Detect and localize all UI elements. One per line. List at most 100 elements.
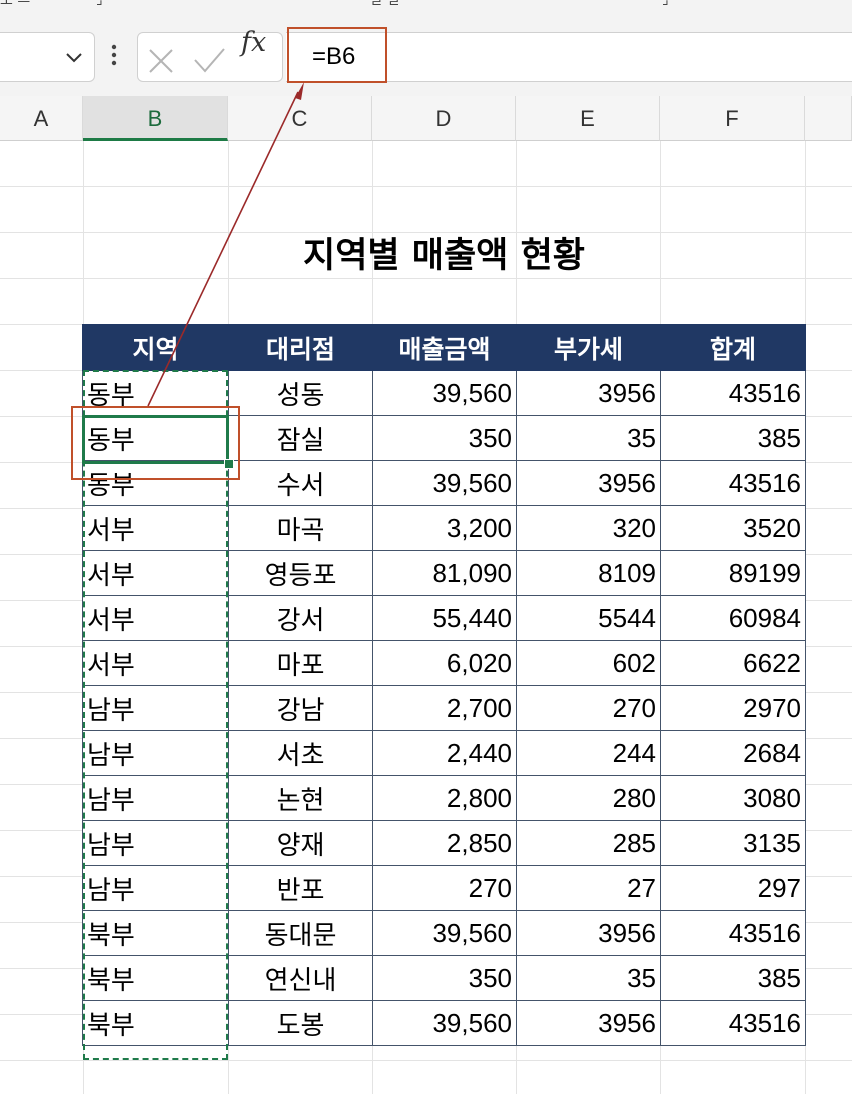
- branch-cell[interactable]: 동대문: [228, 910, 373, 956]
- sales-cell[interactable]: 39,560: [372, 910, 517, 956]
- vat-cell[interactable]: 602: [516, 640, 661, 686]
- column-header-e[interactable]: E: [516, 96, 660, 141]
- header-cell[interactable]: 합계: [660, 324, 806, 371]
- vat-cell[interactable]: 320: [516, 505, 661, 551]
- sales-cell[interactable]: 39,560: [372, 370, 517, 416]
- cancel-icon[interactable]: [146, 46, 176, 76]
- ribbon-group-launcher-icon[interactable]: ⌟: [662, 0, 669, 8]
- total-cell[interactable]: 2970: [660, 685, 806, 731]
- total-cell[interactable]: 2684: [660, 730, 806, 776]
- sales-cell[interactable]: 2,440: [372, 730, 517, 776]
- chevron-down-icon[interactable]: [64, 47, 84, 67]
- header-cell[interactable]: 대리점: [228, 324, 373, 371]
- table-row: 서부 강서 55,440 5544 60984: [82, 595, 806, 641]
- sales-cell[interactable]: 2,800: [372, 775, 517, 821]
- branch-cell[interactable]: 잠실: [228, 415, 373, 461]
- branch-cell[interactable]: 연신내: [228, 955, 373, 1001]
- column-header-a[interactable]: A: [0, 96, 83, 141]
- region-cell[interactable]: 서부: [82, 550, 229, 596]
- sales-cell[interactable]: 350: [372, 415, 517, 461]
- branch-cell[interactable]: 마곡: [228, 505, 373, 551]
- sales-cell[interactable]: 3,200: [372, 505, 517, 551]
- total-cell[interactable]: 385: [660, 415, 806, 461]
- sales-cell[interactable]: 55,440: [372, 595, 517, 641]
- total-cell[interactable]: 385: [660, 955, 806, 1001]
- total-cell[interactable]: 297: [660, 865, 806, 911]
- sales-cell[interactable]: 39,560: [372, 460, 517, 506]
- sales-cell[interactable]: 270: [372, 865, 517, 911]
- total-cell[interactable]: 43516: [660, 370, 806, 416]
- region-cell[interactable]: 서부: [82, 640, 229, 686]
- sales-cell[interactable]: 6,020: [372, 640, 517, 686]
- sales-cell[interactable]: 81,090: [372, 550, 517, 596]
- region-cell[interactable]: 남부: [82, 685, 229, 731]
- total-cell[interactable]: 3520: [660, 505, 806, 551]
- formula-bar: fx =B6: [0, 20, 852, 96]
- region-cell[interactable]: 남부: [82, 730, 229, 776]
- branch-cell[interactable]: 반포: [228, 865, 373, 911]
- vat-cell[interactable]: 3956: [516, 910, 661, 956]
- vat-cell[interactable]: 244: [516, 730, 661, 776]
- region-cell[interactable]: 동부: [82, 370, 229, 416]
- sheet-title[interactable]: 지역별 매출액 현황: [228, 232, 660, 280]
- total-cell[interactable]: 3135: [660, 820, 806, 866]
- branch-cell[interactable]: 성동: [228, 370, 373, 416]
- total-cell[interactable]: 89199: [660, 550, 806, 596]
- enter-check-icon[interactable]: [192, 46, 226, 76]
- region-cell[interactable]: 남부: [82, 865, 229, 911]
- total-cell[interactable]: 43516: [660, 1000, 806, 1046]
- sales-cell[interactable]: 39,560: [372, 1000, 517, 1046]
- region-cell[interactable]: 남부: [82, 820, 229, 866]
- ribbon-fragment: ㅗ ㅡ: [0, 0, 31, 11]
- branch-cell[interactable]: 강남: [228, 685, 373, 731]
- vat-cell[interactable]: 3956: [516, 460, 661, 506]
- header-cell[interactable]: 지역: [82, 324, 229, 371]
- header-cell[interactable]: 부가세: [516, 324, 661, 371]
- branch-cell[interactable]: 양재: [228, 820, 373, 866]
- branch-cell[interactable]: 논현: [228, 775, 373, 821]
- total-cell[interactable]: 3080: [660, 775, 806, 821]
- vat-cell[interactable]: 285: [516, 820, 661, 866]
- header-cell[interactable]: 매출금액: [372, 324, 517, 371]
- region-cell[interactable]: 동부: [82, 460, 229, 506]
- total-cell[interactable]: 43516: [660, 910, 806, 956]
- vat-cell[interactable]: 270: [516, 685, 661, 731]
- region-cell[interactable]: 서부: [82, 505, 229, 551]
- insert-function-icon[interactable]: fx: [241, 27, 266, 58]
- region-cell[interactable]: 북부: [82, 910, 229, 956]
- region-cell[interactable]: 동부: [82, 415, 229, 461]
- column-header-c[interactable]: C: [228, 96, 372, 141]
- branch-cell[interactable]: 서초: [228, 730, 373, 776]
- more-options-icon[interactable]: [110, 44, 118, 68]
- column-header-b[interactable]: B: [83, 96, 228, 141]
- name-box[interactable]: [0, 32, 95, 82]
- sales-cell[interactable]: 2,700: [372, 685, 517, 731]
- total-cell[interactable]: 60984: [660, 595, 806, 641]
- sales-cell[interactable]: 350: [372, 955, 517, 1001]
- vat-cell[interactable]: 3956: [516, 370, 661, 416]
- branch-cell[interactable]: 마포: [228, 640, 373, 686]
- total-cell[interactable]: 43516: [660, 460, 806, 506]
- vat-cell[interactable]: 8109: [516, 550, 661, 596]
- branch-cell[interactable]: 영등포: [228, 550, 373, 596]
- region-cell[interactable]: 북부: [82, 955, 229, 1001]
- vat-cell[interactable]: 280: [516, 775, 661, 821]
- vat-cell[interactable]: 35: [516, 955, 661, 1001]
- vat-cell[interactable]: 27: [516, 865, 661, 911]
- region-cell[interactable]: 남부: [82, 775, 229, 821]
- total-cell[interactable]: 6622: [660, 640, 806, 686]
- branch-cell[interactable]: 수서: [228, 460, 373, 506]
- region-cell[interactable]: 서부: [82, 595, 229, 641]
- region-cell[interactable]: 북부: [82, 1000, 229, 1046]
- table-row: 남부 강남 2,700 270 2970: [82, 685, 806, 731]
- branch-cell[interactable]: 강서: [228, 595, 373, 641]
- sales-cell[interactable]: 2,850: [372, 820, 517, 866]
- column-header-f[interactable]: F: [660, 96, 805, 141]
- ribbon-group-launcher-icon[interactable]: ⌟: [96, 0, 103, 8]
- vat-cell[interactable]: 35: [516, 415, 661, 461]
- vat-cell[interactable]: 5544: [516, 595, 661, 641]
- branch-cell[interactable]: 도봉: [228, 1000, 373, 1046]
- column-header-g[interactable]: [805, 96, 852, 141]
- column-header-d[interactable]: D: [372, 96, 516, 141]
- vat-cell[interactable]: 3956: [516, 1000, 661, 1046]
